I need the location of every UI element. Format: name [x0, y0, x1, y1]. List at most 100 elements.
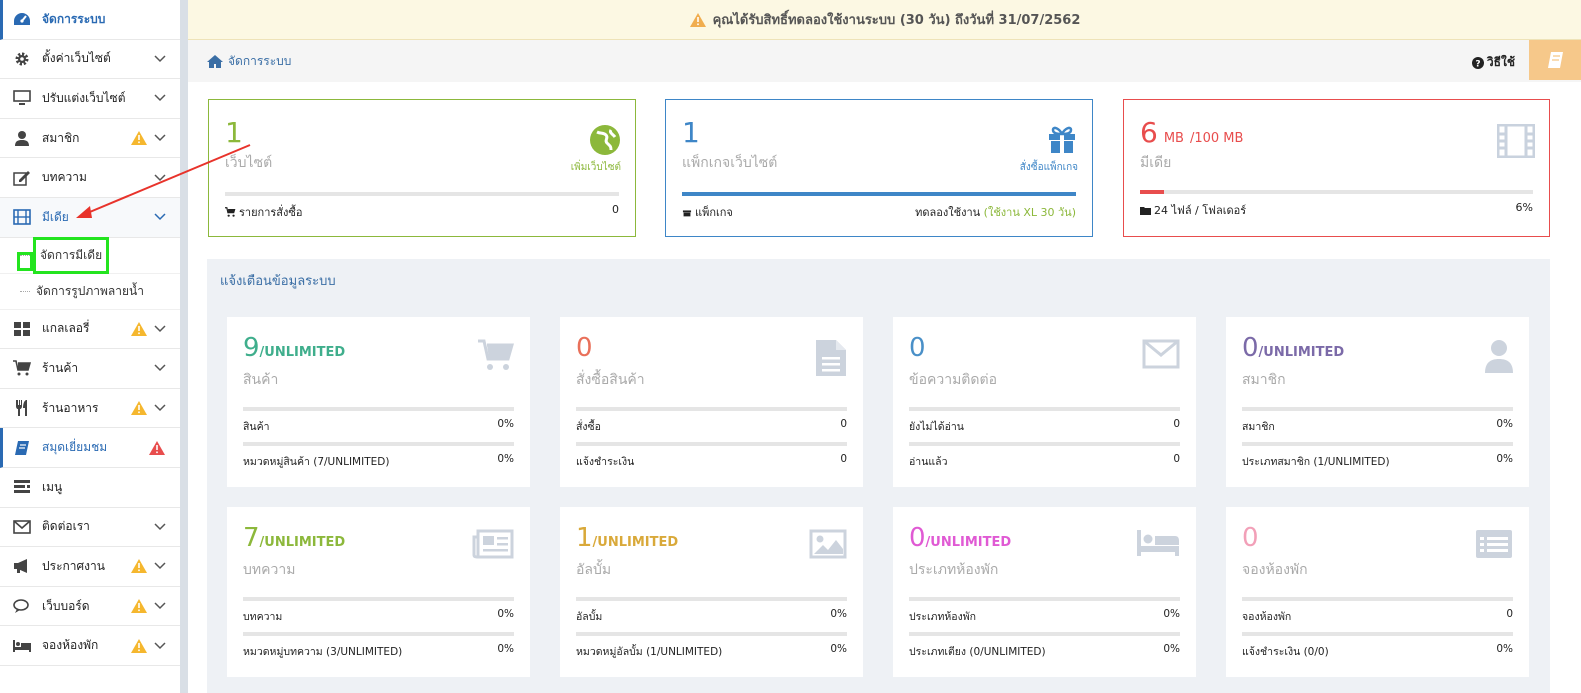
- sidebar-item-label: ปรับแต่งเว็บไซต์: [42, 90, 126, 105]
- warning-icon: [131, 599, 147, 614]
- bed-icon: [1136, 529, 1180, 560]
- envelope-icon: [12, 518, 32, 536]
- sidebar-item-members[interactable]: สมาชิก: [0, 119, 180, 159]
- website-label: เว็บไซต์: [225, 155, 273, 171]
- chevron-down-icon: [154, 404, 166, 412]
- sidebar-item-contact[interactable]: ติดต่อเรา: [0, 508, 180, 548]
- warning-icon: [689, 12, 706, 27]
- film-icon: [1496, 123, 1536, 161]
- stat-value: 0: [909, 523, 926, 553]
- stat-row-value: 0%: [497, 608, 514, 620]
- stat-label: ข้อความติดต่อ: [909, 372, 997, 388]
- stat-progress: [1242, 597, 1513, 601]
- stat-row-label: ประเภทเตียง (0/UNLIMITED): [909, 646, 1046, 658]
- package-status: ทดลองใช้งาน: [915, 206, 981, 219]
- sidebar-item-shop[interactable]: ร้านค้า: [0, 349, 180, 389]
- chevron-down-icon: [154, 325, 166, 332]
- globe-icon: [589, 124, 621, 159]
- sidebar-item-guestbook[interactable]: สมุดเยี่ยมชม: [0, 428, 180, 468]
- warning-icon: [131, 638, 147, 653]
- stat-count: 9/UNLIMITED: [243, 333, 345, 363]
- sidebar-item-articles[interactable]: บทความ: [0, 158, 180, 198]
- stat-row-label: อ่านแล้ว: [909, 456, 948, 468]
- manual-button[interactable]: [1529, 40, 1581, 80]
- sidebar-item-website-settings[interactable]: ตั้งค่าเว็บไซต์: [0, 40, 180, 80]
- stat-value: 0: [909, 333, 926, 363]
- stat-row-value: 0: [1173, 418, 1180, 430]
- stat-count: 1/UNLIMITED: [576, 523, 678, 553]
- stat-progress: [576, 597, 847, 601]
- stat-label: สินค้า: [243, 372, 279, 388]
- add-website-link[interactable]: เพิ่มเว็บไซต์: [571, 160, 621, 175]
- stat-row-value: 0%: [1163, 608, 1180, 620]
- sidebar-item-room-booking[interactable]: จองห้องพัก: [0, 626, 180, 666]
- sidebar-item-label: เมนู: [42, 479, 63, 494]
- order-package-link[interactable]: สั่งซื้อแพ็กเกจ: [1020, 160, 1078, 175]
- stat-row-label: แจ้งชำระเงิน: [576, 456, 635, 468]
- sidebar-item-jobs[interactable]: ประกาศงาน: [0, 547, 180, 587]
- stat-progress: [243, 632, 514, 636]
- sidebar-subitem-label: จัดการรูปภาพลายน้ำ: [36, 283, 144, 298]
- question-icon: ?: [1471, 56, 1484, 69]
- chevron-down-icon: [154, 94, 166, 102]
- stat-row-label: ประเภทห้องพัก: [909, 611, 977, 623]
- stat-value: 0: [1242, 333, 1259, 363]
- document-icon: [815, 339, 847, 380]
- stat-count: 0: [576, 333, 593, 363]
- stat-progress: [909, 632, 1180, 636]
- products-stat-card: 9/UNLIMITED สินค้า สินค้า 0% หมวดหมู่สินค้า …: [227, 317, 530, 487]
- stat-label: จองห้องพัก: [1242, 562, 1308, 578]
- chevron-down-icon: [154, 562, 166, 570]
- stat-value: 7: [243, 523, 260, 553]
- breadcrumb[interactable]: จัดการระบบ: [206, 52, 291, 71]
- stat-count: 0: [909, 333, 926, 363]
- media-progress: [1140, 190, 1533, 194]
- sidebar-item-label: ร้านค้า: [42, 360, 79, 375]
- stat-progress: [576, 442, 847, 446]
- warning-icon: [131, 559, 147, 574]
- sidebar-item-customize[interactable]: ปรับแต่งเว็บไซต์: [0, 79, 180, 119]
- sidebar-item-media[interactable]: มีเดีย: [0, 197, 180, 238]
- stat-progress: [576, 632, 847, 636]
- sidebar-subitem-watermark[interactable]: จัดการรูปภาพลายน้ำ: [0, 274, 180, 310]
- dashboard-icon: [12, 10, 32, 28]
- stat-count: 0/UNLIMITED: [909, 523, 1011, 553]
- chevron-down-icon: [154, 602, 166, 610]
- sidebar-item-webboard[interactable]: เว็บบอร์ด: [0, 587, 180, 627]
- comments-icon: [12, 597, 32, 615]
- media-used: 6: [1140, 116, 1158, 149]
- stat-label: สมาชิก: [1242, 372, 1286, 388]
- stat-row-label: สั่งซื้อ: [576, 421, 601, 433]
- stat-progress: [1242, 632, 1513, 636]
- stat-label: บทความ: [243, 562, 296, 578]
- warning-icon: [131, 401, 147, 416]
- svg-text:?: ?: [1475, 59, 1480, 69]
- howto-label: วิธีใช้: [1486, 55, 1515, 69]
- gear-icon: [12, 50, 32, 68]
- sidebar-item-label: แกลเลอรี่: [42, 321, 90, 336]
- stat-row-value: 0%: [1496, 643, 1513, 655]
- chevron-down-icon: [154, 174, 166, 181]
- media-limit: /100 MB: [1189, 131, 1244, 146]
- system-info-panel: แจ้งเตือนข้อมูลระบบ 9/UNLIMITED สินค้า สิน…: [207, 259, 1550, 693]
- albums-stat-card: 1/UNLIMITED อัลบั้ม อัลบั้ม 0% หมวดหมู่อัลบั…: [560, 507, 863, 677]
- stat-progress: [243, 442, 514, 446]
- stat-progress: [909, 407, 1180, 411]
- orders-row: รายการสั่งซื้อ: [225, 203, 302, 221]
- home-icon: [207, 54, 223, 68]
- sidebar-item-menu[interactable]: เมนู: [0, 468, 180, 508]
- sidebar-item-restaurant[interactable]: ร้านอาหาร: [0, 389, 180, 429]
- media-files-label: 24 ไฟล์ / โฟลเดอร์: [1154, 204, 1247, 217]
- howto-link[interactable]: ? วิธีใช้: [1471, 53, 1515, 72]
- sidebar: จัดการระบบ ตั้งค่าเว็บไซต์ ปรับแต่งเว็บไ…: [0, 0, 188, 693]
- sidebar-item-gallery[interactable]: แกลเลอรี่: [0, 310, 180, 350]
- chevron-down-icon: [154, 364, 166, 372]
- sidebar-item-system[interactable]: จัดการระบบ: [0, 0, 180, 40]
- stat-count: 7/UNLIMITED: [243, 523, 345, 553]
- articles-stat-card: 7/UNLIMITED บทความ บทความ 0% หมวดหมู่บทความ …: [227, 507, 530, 677]
- chevron-down-icon: [154, 134, 166, 142]
- folder-icon: [1140, 206, 1151, 215]
- stat-row-label: สินค้า: [243, 421, 270, 433]
- sidebar-subitem-manage-media[interactable]: จัดการมีเดีย: [0, 236, 180, 274]
- sidebar-item-label: จองห้องพัก: [42, 638, 99, 653]
